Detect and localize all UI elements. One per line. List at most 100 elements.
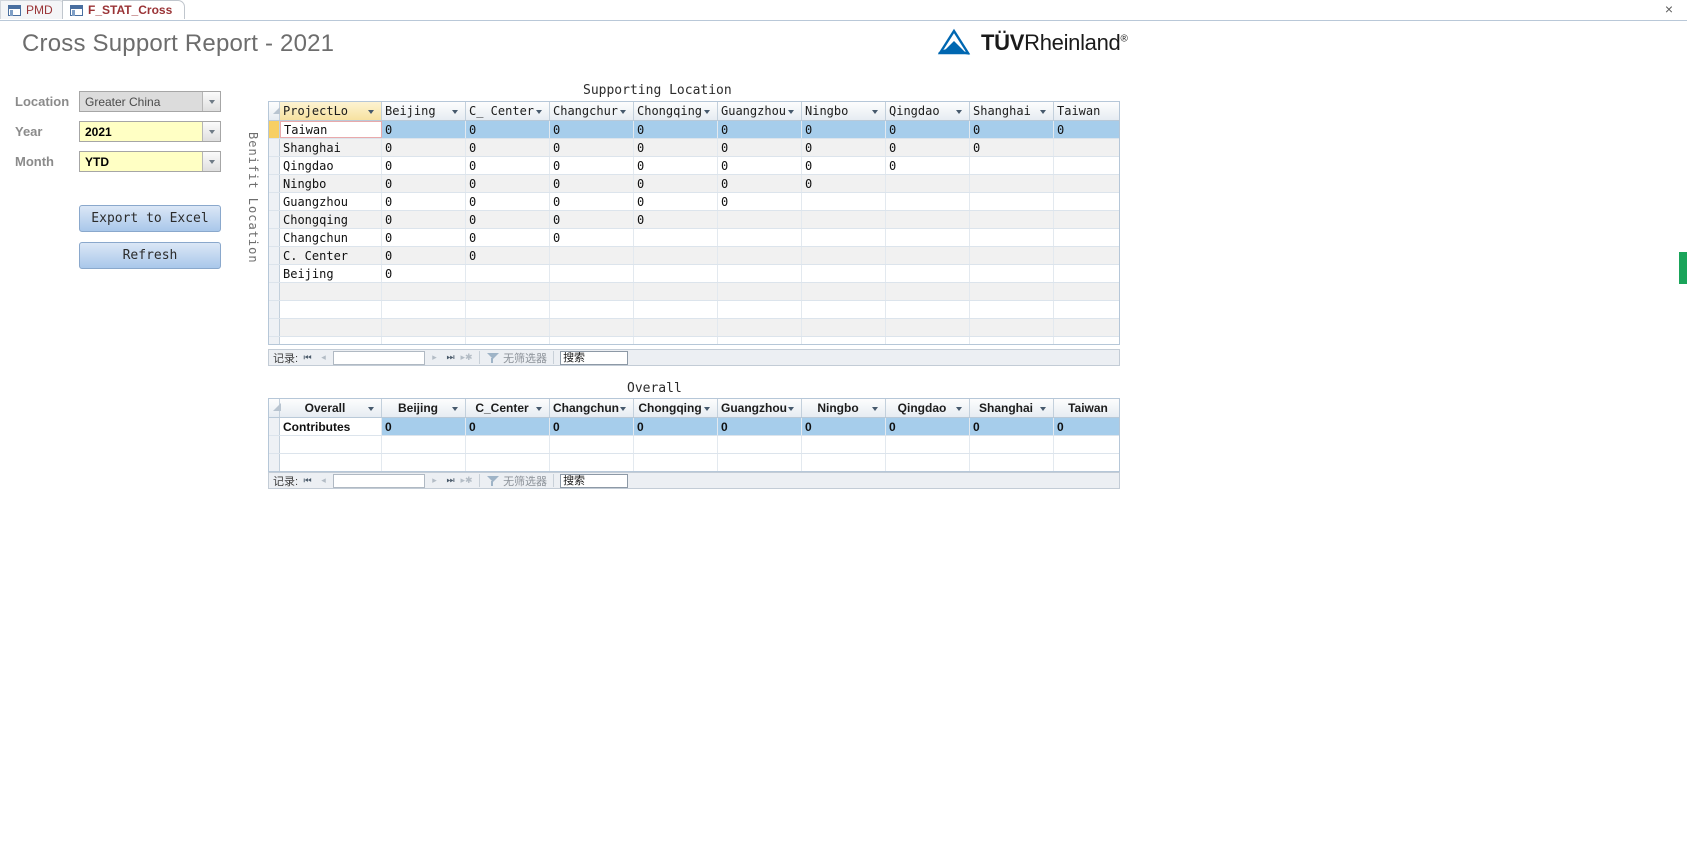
column-header-c-center[interactable]: C_Center [466, 399, 550, 417]
table-cell[interactable]: Guangzhou [280, 193, 382, 210]
table-cell[interactable] [886, 175, 970, 192]
table-row[interactable] [269, 337, 1119, 344]
table-cell[interactable] [634, 436, 718, 453]
table-cell[interactable] [550, 265, 634, 282]
column-header-projectlo[interactable]: ProjectLo [280, 102, 382, 120]
previous-record-icon[interactable]: ◂ [317, 474, 330, 488]
column-header-ningbo[interactable]: Ningbo [802, 399, 886, 417]
table-cell[interactable] [280, 301, 382, 318]
column-header-shanghai[interactable]: Shanghai [970, 399, 1054, 417]
table-cell[interactable]: 0 [382, 211, 466, 228]
table-cell[interactable] [1054, 175, 1119, 192]
table-cell[interactable]: 0 [886, 418, 970, 435]
table-cell[interactable] [802, 337, 886, 344]
row-selector[interactable] [269, 454, 280, 471]
column-header-guangzhou[interactable]: Guangzhou [718, 102, 802, 120]
table-cell[interactable]: 0 [634, 418, 718, 435]
table-row[interactable]: Guangzhou 0 0 0 0 0 [269, 193, 1119, 211]
table-cell[interactable] [634, 301, 718, 318]
table-cell[interactable] [634, 283, 718, 300]
table-cell[interactable]: 0 [634, 175, 718, 192]
table-cell[interactable]: 0 [634, 211, 718, 228]
table-cell[interactable] [970, 265, 1054, 282]
table-cell[interactable] [1054, 157, 1119, 174]
table-cell[interactable] [466, 301, 550, 318]
table-cell[interactable]: 0 [634, 193, 718, 210]
table-row[interactable]: Chongqing 0 0 0 0 [269, 211, 1119, 229]
table-cell[interactable] [466, 436, 550, 453]
table-cell[interactable] [718, 229, 802, 246]
table-cell[interactable]: 0 [466, 247, 550, 264]
table-cell[interactable]: 0 [802, 121, 886, 138]
table-cell[interactable] [886, 454, 970, 471]
table-cell[interactable] [886, 247, 970, 264]
row-selector[interactable] [269, 247, 280, 264]
table-cell[interactable] [970, 211, 1054, 228]
table-cell[interactable] [280, 436, 382, 453]
table-row[interactable]: Beijing 0 [269, 265, 1119, 283]
row-selector[interactable] [269, 265, 280, 282]
table-cell[interactable] [1054, 283, 1119, 300]
table-cell[interactable]: 0 [718, 157, 802, 174]
chevron-down-icon[interactable] [202, 92, 220, 111]
table-cell[interactable]: Chongqing [280, 211, 382, 228]
table-cell[interactable] [886, 193, 970, 210]
row-selector[interactable] [269, 337, 280, 344]
table-cell[interactable] [280, 283, 382, 300]
tab-f-stat-cross[interactable]: F_STAT_Cross [62, 0, 186, 19]
table-row[interactable]: Qingdao 0 0 0 0 0 0 0 [269, 157, 1119, 175]
scroll-position-marker[interactable] [1679, 252, 1687, 284]
table-cell[interactable] [970, 157, 1054, 174]
search-input[interactable]: 搜索 [560, 350, 629, 365]
table-cell[interactable]: 0 [718, 139, 802, 156]
table-cell[interactable] [970, 337, 1054, 344]
refresh-button[interactable]: Refresh [79, 242, 221, 269]
table-cell[interactable] [886, 337, 970, 344]
table-cell[interactable] [466, 283, 550, 300]
table-cell[interactable] [718, 211, 802, 228]
chevron-down-icon[interactable] [202, 122, 220, 141]
table-cell[interactable]: 0 [466, 418, 550, 435]
search-input[interactable]: 搜索 [560, 473, 629, 488]
table-cell[interactable] [634, 337, 718, 344]
table-cell[interactable]: 0 [802, 418, 886, 435]
table-cell[interactable] [382, 454, 466, 471]
table-cell[interactable]: 0 [382, 247, 466, 264]
table-cell[interactable] [550, 283, 634, 300]
table-cell[interactable]: Contributes [280, 418, 382, 435]
table-cell[interactable] [802, 193, 886, 210]
table-cell[interactable] [1054, 265, 1119, 282]
table-cell[interactable] [634, 319, 718, 336]
column-header-shanghai[interactable]: Shanghai [970, 102, 1054, 120]
row-selector[interactable] [269, 301, 280, 318]
table-cell[interactable] [634, 265, 718, 282]
table-cell[interactable] [1054, 211, 1119, 228]
table-cell[interactable]: 0 [466, 157, 550, 174]
table-cell[interactable]: 0 [466, 121, 550, 138]
table-cell[interactable]: 0 [382, 265, 466, 282]
table-cell[interactable] [382, 301, 466, 318]
table-cell[interactable]: 0 [466, 229, 550, 246]
next-record-icon[interactable]: ▸ [428, 474, 441, 488]
table-cell[interactable]: 0 [550, 121, 634, 138]
table-cell[interactable]: 0 [466, 175, 550, 192]
table-row[interactable]: Ningbo 0 0 0 0 0 0 [269, 175, 1119, 193]
table-cell[interactable]: 0 [718, 121, 802, 138]
table-cell[interactable] [970, 247, 1054, 264]
row-selector[interactable] [269, 283, 280, 300]
export-to-excel-button[interactable]: Export to Excel [79, 205, 221, 232]
table-cell[interactable] [550, 436, 634, 453]
table-cell[interactable] [970, 283, 1054, 300]
new-record-icon[interactable]: ▸✱ [460, 351, 473, 365]
new-record-icon[interactable]: ▸✱ [460, 474, 473, 488]
table-cell[interactable]: 0 [634, 121, 718, 138]
table-cell[interactable] [802, 319, 886, 336]
table-cell[interactable] [970, 319, 1054, 336]
table-cell[interactable] [802, 436, 886, 453]
table-cell[interactable] [970, 175, 1054, 192]
column-header-ningbo[interactable]: Ningbo [802, 102, 886, 120]
table-cell[interactable]: 0 [550, 418, 634, 435]
table-cell[interactable] [550, 337, 634, 344]
table-cell[interactable] [718, 247, 802, 264]
column-header-taiwan[interactable]: Taiwan [1054, 399, 1119, 417]
